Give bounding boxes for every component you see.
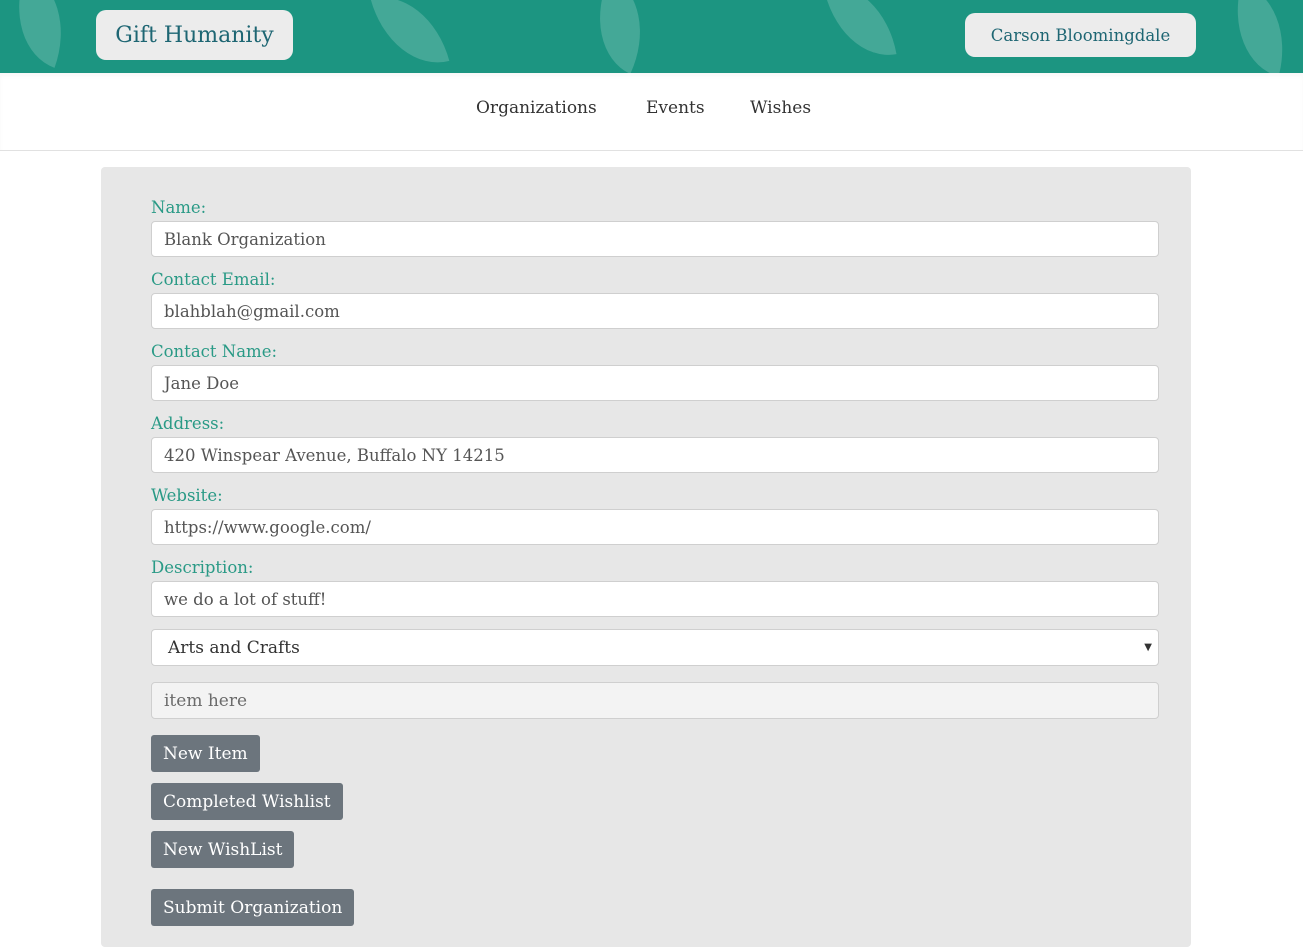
address-label: Address:	[151, 414, 225, 433]
chevron-down-icon: ▼	[1144, 642, 1152, 653]
contact-name-input[interactable]: Jane Doe	[151, 365, 1159, 401]
leaf-pattern	[575, 0, 665, 73]
new-item-button[interactable]: New Item	[151, 735, 260, 772]
leaf-pattern	[370, 0, 450, 73]
nav-item-events[interactable]: Events	[646, 98, 705, 118]
user-menu-button[interactable]: Carson Bloomingdale	[965, 13, 1196, 57]
description-input[interactable]: we do a lot of stuff!	[151, 581, 1159, 617]
new-wishlist-button[interactable]: New WishList	[151, 831, 295, 868]
brand-logo[interactable]: Gift Humanity	[96, 10, 293, 60]
category-select[interactable]: Arts and Crafts ▼	[151, 629, 1159, 666]
leaf-pattern	[823, 0, 897, 65]
item-input[interactable]: item here	[151, 682, 1159, 719]
contact-email-input[interactable]: blahblah@gmail.com	[151, 293, 1159, 329]
completed-wishlist-button[interactable]: Completed Wishlist	[151, 783, 343, 820]
website-input[interactable]: https://www.google.com/	[151, 509, 1159, 545]
leaf-pattern	[0, 0, 82, 68]
description-label: Description:	[151, 558, 254, 577]
nav-item-wishes[interactable]: Wishes	[750, 98, 811, 118]
category-select-value: Arts and Crafts	[168, 637, 300, 658]
organization-form: Name: Blank Organization Contact Email: …	[101, 167, 1191, 947]
header-bar: Gift Humanity Carson Bloomingdale	[0, 0, 1303, 73]
main-nav: Organizations Events Wishes	[0, 73, 1303, 151]
contact-name-label: Contact Name:	[151, 342, 278, 361]
contact-email-label: Contact Email:	[151, 270, 276, 289]
name-label: Name:	[151, 198, 207, 217]
submit-organization-button[interactable]: Submit Organization	[151, 889, 355, 926]
nav-item-organizations[interactable]: Organizations	[476, 98, 597, 118]
website-label: Website:	[151, 486, 223, 505]
leaf-pattern	[1220, 0, 1300, 73]
name-input[interactable]: Blank Organization	[151, 221, 1159, 257]
address-input[interactable]: 420 Winspear Avenue, Buffalo NY 14215	[151, 437, 1159, 473]
